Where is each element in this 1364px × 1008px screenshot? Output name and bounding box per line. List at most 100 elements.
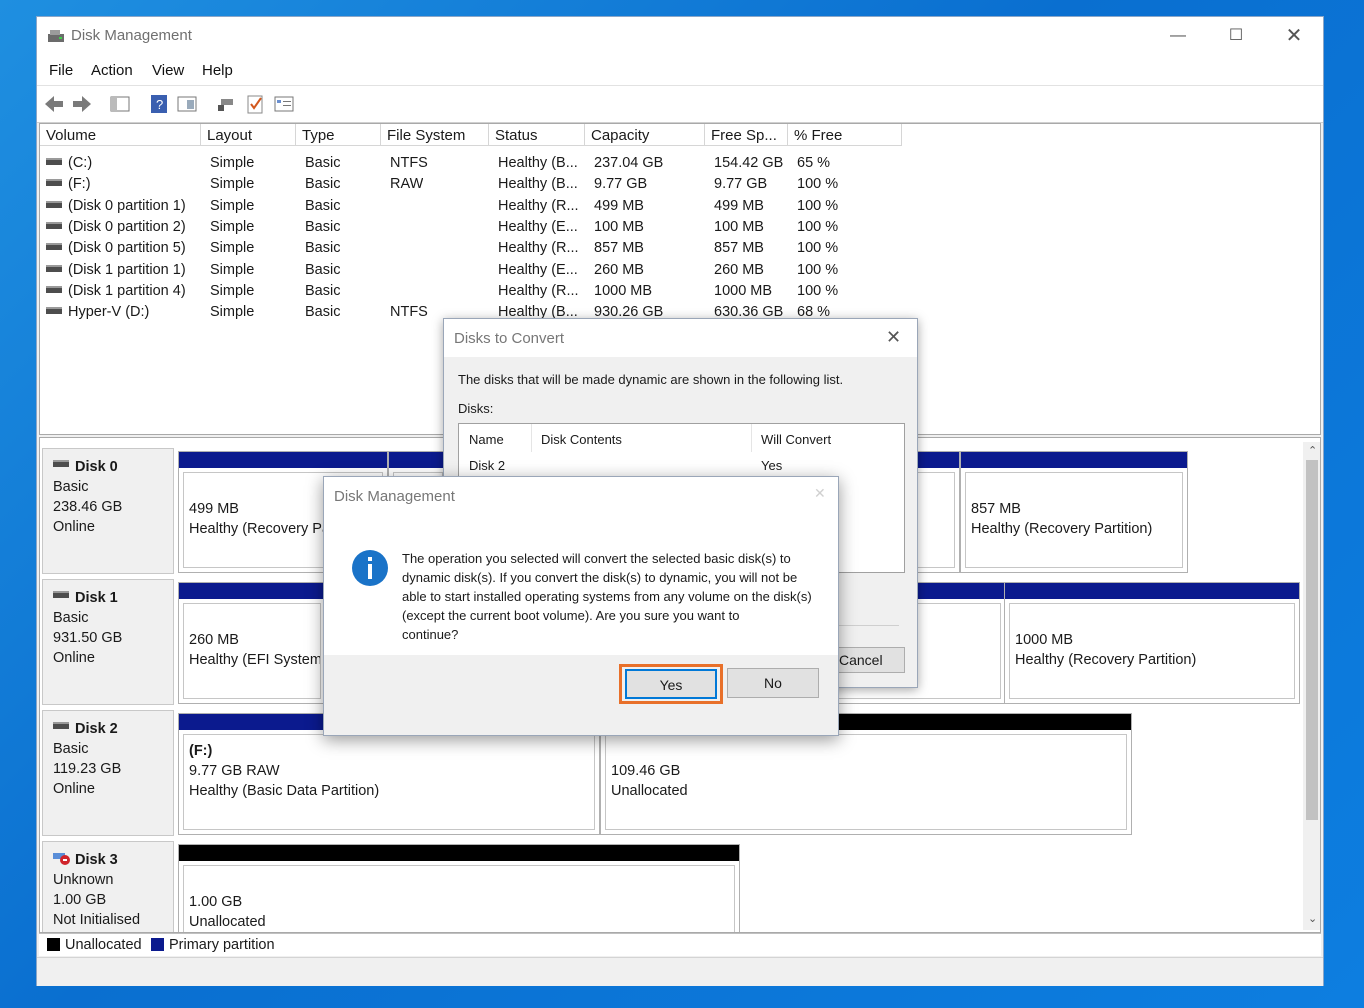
volume-name: (C:)	[46, 153, 92, 174]
svg-text:?: ?	[156, 97, 163, 112]
volume-label: (C:)	[68, 155, 93, 171]
table-cell: Healthy (R...	[498, 282, 579, 299]
check-icon[interactable]	[244, 93, 266, 115]
scroll-up-icon[interactable]: ⌃	[1308, 444, 1317, 457]
table-cell: 499 MB	[594, 197, 644, 214]
col-file-system[interactable]: File System	[381, 124, 489, 146]
table-row[interactable]: (Disk 0 partition 5) Simple Basic Healthy (…	[40, 238, 1320, 259]
table-row[interactable]: (Disk 1 partition 1) Simple Basic Healthy (…	[40, 260, 1320, 281]
unallocated-bar	[179, 845, 739, 861]
primary-swatch	[151, 938, 164, 951]
volume-label: (Disk 1 partition 1)	[68, 261, 186, 278]
table-row[interactable]: (F:) Simple Basic RAW Healthy (B... 9.77 GB 9.…	[40, 174, 1320, 195]
partition-size: 9.77 GB RAW	[189, 763, 280, 779]
table-row[interactable]: (Disk 0 partition 2) Simple Basic Healthy (…	[40, 217, 1320, 238]
table-cell: Simple	[210, 261, 255, 278]
table-row[interactable]: (Disk 1 partition 4) Simple Basic Healthy (…	[40, 281, 1320, 302]
col-free-space[interactable]: Free Sp...	[705, 124, 788, 146]
table-cell: 9.77 GB	[714, 176, 768, 193]
console-tree-icon[interactable]	[109, 93, 131, 115]
table-cell: Basic	[305, 176, 341, 193]
partition-drive-letter	[971, 479, 1177, 499]
disk-label[interactable]: Disk 3 Unknown 1.00 GB Not Initialised	[42, 841, 174, 932]
legend: Unallocated Primary partition	[39, 933, 1321, 956]
table-cell: Healthy (R...	[498, 197, 579, 214]
menu-help[interactable]: Help	[202, 62, 233, 79]
table-cell: 9.77 GB	[594, 176, 648, 193]
table-cell: Simple	[210, 218, 255, 235]
disk-type: Unknown	[53, 872, 114, 888]
confirm-dialog: Disk Management ✕ The operation you sele…	[323, 476, 839, 736]
table-cell: 65 %	[797, 155, 831, 171]
volume-label: (Disk 0 partition 1)	[68, 197, 186, 214]
partition-block[interactable]: 857 MB Healthy (Recovery Partition)	[960, 451, 1188, 573]
col-layout[interactable]: Layout	[201, 124, 296, 146]
partition-block[interactable]: 1.00 GB Unallocated	[178, 844, 740, 932]
table-cell: Basic	[305, 282, 341, 299]
partition-info: 1.00 GB Unallocated	[183, 865, 735, 932]
minimize-button[interactable]: —	[1149, 17, 1207, 55]
partition-status: Healthy (Basic Data Partition)	[189, 783, 380, 799]
convert-intro: The disks that will be made dynamic are …	[458, 372, 844, 387]
disk-name: Disk 2	[75, 721, 118, 737]
menu-file[interactable]: File	[49, 62, 73, 79]
col-capacity[interactable]: Capacity	[585, 124, 705, 146]
disk-type: Basic	[53, 741, 89, 757]
table-row[interactable]: (C:) Simple Basic NTFS Healthy (B... 237.04 G…	[40, 153, 1320, 174]
vertical-scrollbar[interactable]: ⌃ ⌄	[1303, 442, 1320, 930]
connect-icon[interactable]	[215, 93, 237, 115]
dialog-close-icon[interactable]: ✕	[886, 327, 901, 348]
confirm-message: The operation you selected will convert …	[402, 549, 822, 644]
disk-label[interactable]: Disk 2 Basic 119.23 GB Online	[42, 710, 174, 836]
partition-info: 109.46 GB Unallocated	[605, 734, 1127, 830]
table-cell: NTFS	[390, 155, 428, 171]
message-line: The operation you selected will convert …	[402, 551, 791, 566]
table-row[interactable]: (Disk 0 partition 1) Simple Basic Healthy (…	[40, 196, 1320, 217]
menu-action[interactable]: Action	[91, 62, 133, 79]
disk-label[interactable]: Disk 0 Basic 238.46 GB Online	[42, 448, 174, 574]
table-cell: 260 MB	[714, 261, 764, 278]
properties-icon[interactable]	[176, 93, 198, 115]
table-cell: Basic	[305, 240, 341, 257]
list-icon[interactable]	[273, 93, 295, 115]
menu-view[interactable]: View	[152, 62, 184, 79]
primary-partition-bar	[179, 452, 387, 468]
col-disk-contents[interactable]: Disk Contents	[541, 432, 622, 447]
col-type[interactable]: Type	[296, 124, 381, 146]
forward-icon[interactable]	[71, 93, 93, 115]
table-cell: 100 %	[797, 218, 839, 235]
table-cell: 857 MB	[714, 240, 764, 257]
table-cell: Basic	[305, 197, 341, 214]
scroll-down-icon[interactable]: ⌄	[1308, 912, 1317, 925]
partition-size: 857 MB	[971, 501, 1021, 517]
back-icon[interactable]	[43, 93, 65, 115]
disk-name: Disk 0	[75, 459, 118, 475]
partition-info: (F:) 9.77 GB RAW Healthy (Basic Data Parti…	[183, 734, 595, 830]
partition-size: 1000 MB	[1015, 632, 1074, 648]
col-name[interactable]: Name	[469, 432, 504, 447]
drive-icon	[46, 307, 62, 315]
partition-block[interactable]: 1000 MB Healthy (Recovery Partition)	[1004, 582, 1300, 704]
col-volume[interactable]: Volume	[40, 124, 201, 146]
partition-drive-letter	[1015, 610, 1289, 630]
confirm-close-icon[interactable]: ✕	[814, 485, 826, 502]
scrollbar-thumb[interactable]	[1306, 460, 1318, 820]
col-will-convert[interactable]: Will Convert	[761, 432, 831, 447]
col-status[interactable]: Status	[489, 124, 585, 146]
yes-button[interactable]: Yes	[625, 669, 717, 699]
disk-state: Not Initialised	[53, 912, 141, 928]
table-cell: 100 %	[797, 176, 839, 193]
partition-block[interactable]: 260 MB Healthy (EFI System I	[178, 582, 326, 704]
table-cell: 237.04 GB	[594, 155, 664, 171]
disk-label[interactable]: Disk 1 Basic 931.50 GB Online	[42, 579, 174, 705]
disk-state: Online	[53, 519, 95, 535]
close-button[interactable]: ✕	[1265, 17, 1323, 55]
partition-status: Healthy (Recovery Partition)	[971, 521, 1153, 537]
no-button[interactable]: No	[727, 668, 819, 698]
table-cell: 260 MB	[594, 261, 644, 278]
drive-icon	[46, 285, 62, 293]
maximize-button[interactable]: ☐	[1207, 17, 1265, 55]
col-percent-free[interactable]: % Free	[788, 124, 902, 146]
help-icon[interactable]: ?	[148, 93, 170, 115]
disk-row-name[interactable]: Disk 2	[469, 458, 505, 473]
